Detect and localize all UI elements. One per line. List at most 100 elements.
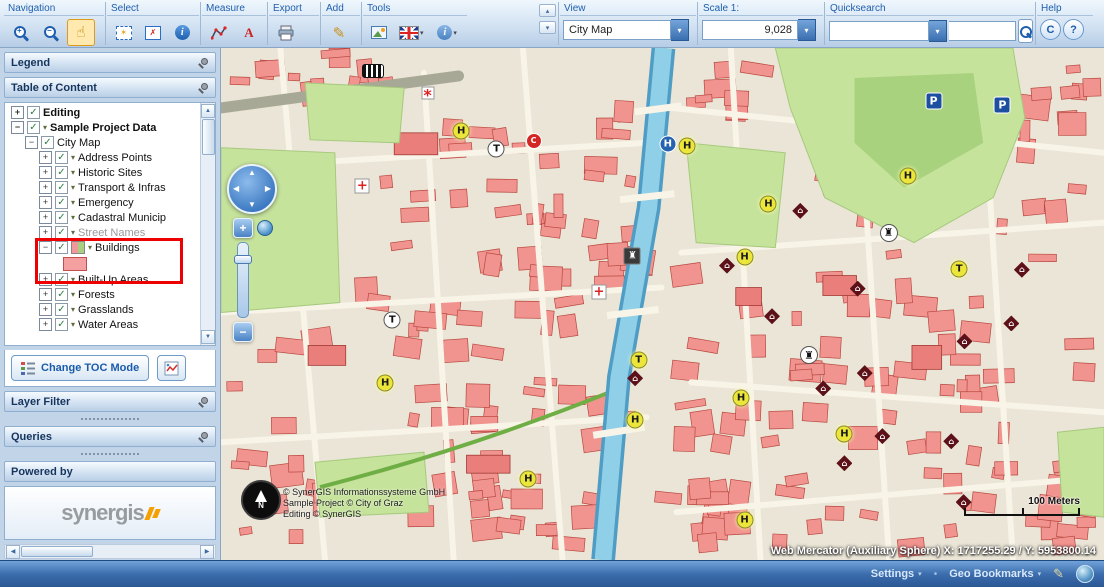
pin-icon[interactable] — [198, 57, 209, 68]
chevron-down-icon[interactable]: ▾ — [71, 153, 75, 162]
map-marker-cross[interactable]: + — [355, 178, 370, 193]
collapse-icon[interactable]: − — [11, 121, 24, 134]
map-marker-dia[interactable]: ⌂ — [850, 281, 866, 297]
map-marker-t[interactable]: T — [630, 352, 647, 369]
map-marker-musw[interactable]: ♜ — [800, 346, 818, 364]
checkbox[interactable]: ✓ — [55, 303, 68, 316]
map-marker-mus[interactable]: ♜ — [624, 248, 641, 265]
select-features-button[interactable]: ✶ — [110, 19, 137, 46]
map-marker-dia[interactable]: ⌂ — [857, 365, 873, 381]
expand-icon[interactable]: + — [39, 273, 52, 286]
scroll-right-button[interactable]: ▶ — [200, 545, 214, 559]
zoom-out-button[interactable]: − — [37, 19, 65, 46]
scroll-down-button[interactable]: ▼ — [201, 330, 215, 344]
quicksearch-category-select[interactable] — [829, 21, 929, 41]
redline-status-icon[interactable]: ✎ — [1053, 566, 1064, 582]
map-marker-h[interactable]: H — [627, 412, 644, 429]
clear-selection-button[interactable]: ✗ — [139, 19, 166, 46]
toolbar-collapse-down-button[interactable]: ▾ — [539, 21, 556, 34]
checkbox[interactable]: ✓ — [55, 181, 68, 194]
pan-button[interactable]: ☝ — [67, 19, 95, 46]
zoom-in-button[interactable]: + — [7, 19, 35, 46]
pan-wheel-control[interactable]: ▲ ▼ ◀ ▶ — [227, 164, 277, 214]
redlining-toc-button[interactable] — [157, 355, 186, 381]
panel-header-legend[interactable]: Legend — [4, 52, 216, 73]
pan-down-icon[interactable]: ▼ — [248, 201, 256, 209]
map-marker-p[interactable]: P — [994, 96, 1011, 113]
chevron-down-icon[interactable]: ▾ — [71, 290, 75, 299]
chevron-down-icon[interactable]: ▾ — [71, 183, 75, 192]
map-marker-dia[interactable]: ⌂ — [874, 428, 890, 444]
chevron-down-icon[interactable]: ▾ — [71, 168, 75, 177]
chevron-down-icon[interactable]: ▾ — [71, 213, 75, 222]
scale-select[interactable]: 9,028 — [702, 20, 798, 40]
identify-button[interactable]: i — [169, 19, 196, 46]
tree-label[interactable]: Buildings — [95, 242, 140, 254]
change-toc-mode-button[interactable]: Change TOC Mode — [11, 355, 149, 381]
tree-label[interactable]: Emergency — [78, 197, 134, 209]
panel-header-queries[interactable]: Queries — [4, 426, 216, 447]
map-marker-h[interactable]: H — [736, 512, 753, 529]
sidebar-horizontal-scrollbar[interactable]: ◀ ▶ — [4, 544, 216, 559]
user-session-icon[interactable] — [1076, 565, 1094, 583]
panel-resize-grip[interactable] — [4, 451, 216, 457]
pan-left-icon[interactable]: ◀ — [233, 185, 239, 193]
tree-label[interactable]: Cadastral Municip — [78, 212, 166, 224]
checkbox[interactable]: ✓ — [55, 288, 68, 301]
pan-right-icon[interactable]: ▶ — [265, 185, 271, 193]
tree-label[interactable]: Transport & Infras — [78, 182, 166, 194]
geo-bookmarks-menu[interactable]: Geo Bookmarks ▾ — [949, 568, 1041, 580]
tree-label[interactable]: Editing — [43, 107, 80, 119]
map-marker-h[interactable]: H — [836, 426, 853, 443]
map-marker-tw[interactable]: T — [384, 312, 401, 329]
map-viewport[interactable]: HHHHHHHHHHHTTTTHPP++C*♜♜♜⌂⌂⌂⌂⌂⌂⌂⌂⌂⌂⌂⌂⌂⌂ … — [220, 48, 1104, 560]
map-marker-cs[interactable]: C — [526, 133, 542, 149]
expand-icon[interactable]: + — [39, 288, 52, 301]
map-marker-h[interactable]: H — [899, 168, 916, 185]
map-marker-musw[interactable]: ♜ — [880, 224, 898, 242]
map-marker-dia[interactable]: ⌂ — [719, 258, 735, 274]
map-marker-cross[interactable]: + — [591, 284, 606, 299]
map-marker-h[interactable]: H — [760, 195, 777, 212]
expand-icon[interactable]: + — [39, 166, 52, 179]
tree-label[interactable]: Sample Project Data — [50, 122, 156, 134]
zoom-slider[interactable] — [237, 242, 249, 318]
checkbox[interactable]: ✓ — [55, 226, 68, 239]
redline-button[interactable]: ✎ — [325, 19, 353, 46]
print-button[interactable] — [272, 19, 300, 46]
map-marker-h[interactable]: H — [453, 122, 470, 139]
map-marker-h[interactable]: H — [377, 375, 394, 392]
checkbox[interactable]: ✓ — [55, 241, 68, 254]
measure-line-button[interactable] — [205, 19, 233, 46]
zoom-slider-thumb[interactable] — [234, 255, 252, 264]
chevron-down-icon[interactable]: ▾ — [71, 320, 75, 329]
panel-header-layer-filter[interactable]: Layer Filter — [4, 391, 216, 412]
map-marker-dia[interactable]: ⌂ — [1003, 315, 1019, 331]
collapse-icon[interactable]: − — [25, 136, 38, 149]
map-zoom-out-button[interactable]: − — [233, 322, 253, 342]
scrollbar-thumb[interactable] — [202, 119, 215, 155]
expand-icon[interactable]: + — [39, 318, 52, 331]
checkbox[interactable]: ✓ — [41, 136, 54, 149]
expand-icon[interactable]: + — [39, 151, 52, 164]
chevron-down-icon[interactable]: ▾ — [71, 198, 75, 207]
quicksearch-input[interactable] — [949, 21, 1016, 41]
pin-icon[interactable] — [198, 82, 209, 93]
map-marker-dia[interactable]: ⌂ — [792, 203, 808, 219]
scale-select-arrow[interactable]: ▾ — [798, 19, 816, 41]
screenshot-button[interactable] — [366, 19, 392, 46]
panel-resize-grip[interactable] — [4, 416, 216, 422]
tree-label[interactable]: Built-Up Areas — [78, 274, 148, 286]
map-marker-dia[interactable]: ⌂ — [764, 308, 780, 324]
map-marker-p[interactable]: P — [925, 92, 942, 109]
scroll-up-button[interactable]: ▲ — [201, 104, 215, 118]
pin-icon[interactable] — [198, 431, 209, 442]
settings-menu[interactable]: Settings ▾ — [871, 568, 922, 580]
quicksearch-search-button[interactable] — [1018, 19, 1033, 43]
full-extent-button[interactable] — [257, 220, 273, 236]
collapse-icon[interactable]: − — [39, 241, 52, 254]
checkbox[interactable]: ✓ — [55, 211, 68, 224]
map-marker-keys[interactable] — [362, 64, 384, 78]
contact-button[interactable]: C — [1040, 19, 1061, 40]
help-button[interactable]: ? — [1063, 19, 1084, 40]
